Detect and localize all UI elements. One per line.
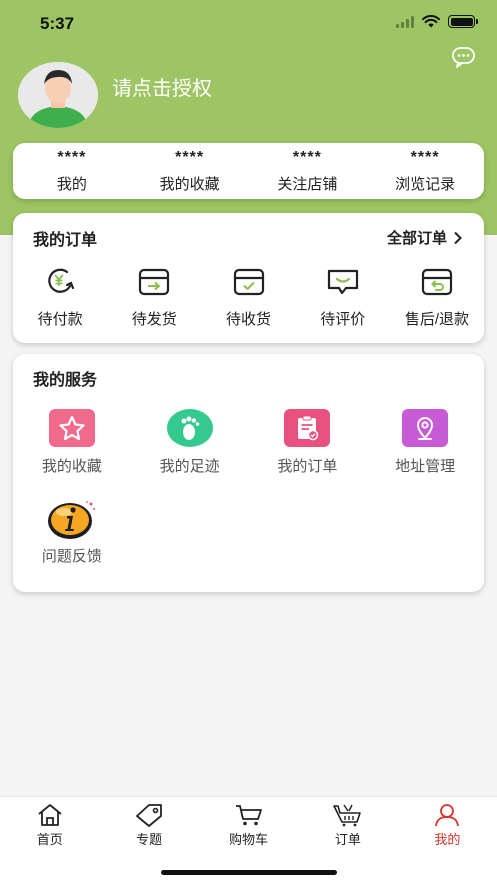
- star-icon: [48, 409, 95, 447]
- status-bar: 5:37: [0, 0, 497, 48]
- service-label: 地址管理: [395, 458, 456, 475]
- stat-value: ****: [57, 148, 87, 166]
- order-status-label: 待收货: [226, 311, 272, 328]
- service-favorites[interactable]: 我的收藏: [13, 409, 131, 499]
- clipboard-icon: [284, 409, 331, 447]
- order-status-label: 待发货: [131, 311, 177, 328]
- tag-icon: [136, 804, 163, 827]
- stat-favorites[interactable]: **** 我的收藏: [131, 143, 249, 199]
- wallet-yen-icon: [48, 268, 75, 293]
- box-arrow-icon: [139, 268, 170, 296]
- basket-icon: [333, 804, 361, 827]
- stat-history[interactable]: **** 浏览记录: [366, 143, 484, 199]
- footprint-icon: [166, 409, 213, 447]
- battery-icon: [448, 15, 478, 28]
- order-pending-payment[interactable]: 待付款: [13, 267, 107, 329]
- service-label: 我的足迹: [159, 458, 220, 475]
- my-orders-card: 我的订单 全部订单 待付款 待发货 待收货 待评价 售后/退款: [13, 213, 484, 343]
- cart-icon: [235, 805, 262, 826]
- all-orders-link[interactable]: 全部订单: [387, 227, 462, 248]
- box-return-icon: [421, 268, 453, 296]
- tab-home[interactable]: 首页: [0, 797, 99, 883]
- user-avatar-icon: [18, 62, 98, 128]
- order-pending-receipt[interactable]: 待收货: [201, 267, 295, 329]
- stat-label: 关注店铺: [277, 175, 338, 193]
- user-icon: [435, 804, 460, 827]
- service-label: 我的收藏: [41, 458, 102, 475]
- avatar[interactable]: [18, 62, 98, 128]
- service-feedback[interactable]: 问题反馈: [13, 499, 131, 589]
- stat-label: 浏览记录: [395, 175, 456, 193]
- stat-value: ****: [175, 148, 205, 166]
- stat-value: ****: [292, 148, 322, 166]
- status-icons: [396, 15, 478, 28]
- message-icon[interactable]: [451, 45, 477, 69]
- home-icon: [38, 804, 62, 826]
- service-orders[interactable]: 我的订单: [249, 409, 367, 499]
- order-status-label: 待付款: [37, 311, 83, 328]
- tab-label: 首页: [36, 832, 63, 847]
- orders-title: 我的订单: [33, 232, 98, 249]
- tab-label: 订单: [334, 832, 361, 847]
- service-label: 我的订单: [277, 458, 338, 475]
- all-orders-label: 全部订单: [386, 230, 447, 247]
- order-pending-review[interactable]: 待评价: [296, 267, 390, 329]
- login-prompt[interactable]: 请点击授权: [112, 72, 212, 101]
- chevron-right-icon: [454, 231, 462, 244]
- service-footprints[interactable]: 我的足迹: [131, 409, 249, 499]
- stat-value: ****: [410, 148, 440, 166]
- tab-mine[interactable]: 我的: [398, 797, 497, 883]
- my-services-card: 我的服务 我的收藏 我的足迹 我的订单 地址管理 问题反馈: [13, 354, 484, 592]
- comment-icon: [327, 269, 358, 295]
- stat-mine[interactable]: **** 我的: [13, 143, 131, 199]
- services-title: 我的服务: [33, 372, 98, 389]
- order-status-label: 售后/退款: [404, 311, 469, 328]
- box-check-icon: [233, 268, 264, 296]
- stats-card: **** 我的 **** 我的收藏 **** 关注店铺 **** 浏览记录: [13, 143, 484, 199]
- stat-label: 我的收藏: [159, 175, 220, 193]
- wifi-icon: [422, 15, 440, 28]
- order-status-label: 待评价: [320, 311, 366, 328]
- status-time: 5:37: [40, 14, 75, 33]
- stat-followed-shops[interactable]: **** 关注店铺: [249, 143, 367, 199]
- info-icon: [47, 501, 95, 539]
- tab-label: 购物车: [229, 832, 269, 847]
- service-label: 问题反馈: [41, 548, 102, 565]
- order-after-sales[interactable]: 售后/退款: [390, 267, 484, 329]
- tab-label: 我的: [434, 832, 461, 847]
- tab-label: 专题: [136, 832, 163, 847]
- stat-label: 我的: [56, 175, 87, 193]
- service-address[interactable]: 地址管理: [366, 409, 484, 499]
- location-pin-icon: [402, 409, 449, 447]
- order-pending-shipment[interactable]: 待发货: [107, 267, 201, 329]
- home-indicator: [161, 870, 337, 875]
- cellular-signal-icon: [396, 15, 414, 28]
